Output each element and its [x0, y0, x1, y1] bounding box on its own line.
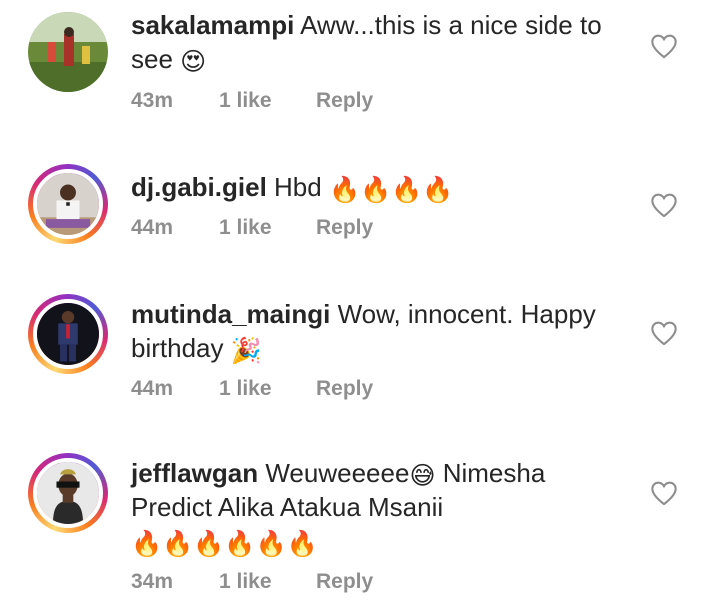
- comment-username[interactable]: dj.gabi.giel: [131, 172, 267, 202]
- comment-text: jefflawgan Weuweeeee😅 Nimesha Predict Al…: [131, 456, 631, 558]
- comment-time: 43m: [131, 89, 174, 112]
- heart-outline-icon[interactable]: [650, 192, 678, 218]
- heart-outline-icon[interactable]: [650, 320, 678, 346]
- reply-button[interactable]: Reply: [316, 377, 373, 401]
- avatar-image: [33, 169, 103, 239]
- comment-time: 34m: [131, 570, 174, 593]
- avatar[interactable]: [28, 453, 108, 533]
- comment-text: sakalamampi Aww...this is a nice side to…: [131, 8, 631, 76]
- comment-username[interactable]: jefflawgan: [131, 458, 258, 488]
- comment-time: 44m: [131, 216, 174, 239]
- reply-button[interactable]: Reply: [316, 89, 373, 113]
- comment-username[interactable]: sakalamampi: [131, 10, 294, 40]
- comment-meta: 44m 1 like Reply: [131, 216, 373, 240]
- comment-text: mutinda_maingi Wow, innocent. Happy birt…: [131, 297, 631, 365]
- comment-likes[interactable]: 1 like: [219, 89, 316, 113]
- avatar-image: [33, 299, 103, 369]
- avatar-image: [33, 458, 103, 528]
- reply-button[interactable]: Reply: [316, 570, 373, 594]
- sweat-smile-emoji: 😅: [409, 462, 436, 490]
- reply-button[interactable]: Reply: [316, 216, 373, 240]
- avatar[interactable]: [28, 294, 108, 374]
- heart-outline-icon[interactable]: [650, 480, 678, 506]
- fire-emoji: 🔥🔥🔥🔥🔥🔥: [131, 530, 318, 558]
- fire-emoji: 🔥🔥🔥🔥: [328, 176, 454, 204]
- comment-meta: 43m 1 like Reply: [131, 89, 373, 113]
- avatar[interactable]: [28, 12, 108, 92]
- comment-username[interactable]: mutinda_maingi: [131, 299, 330, 329]
- comment-likes[interactable]: 1 like: [219, 216, 316, 240]
- comment-meta: 44m 1 like Reply: [131, 377, 373, 401]
- comment-body: Weuweeeee: [258, 458, 410, 488]
- heart-outline-icon[interactable]: [650, 33, 678, 59]
- comment-likes[interactable]: 1 like: [219, 377, 316, 401]
- avatar-image: [28, 12, 108, 92]
- comment-text: dj.gabi.giel Hbd 🔥🔥🔥🔥: [131, 170, 631, 204]
- comment-body: Hbd: [266, 172, 329, 202]
- party-popper-emoji: 🎉: [230, 337, 262, 365]
- comment-meta: 34m 1 like Reply: [131, 570, 373, 594]
- comment-time: 44m: [131, 377, 174, 400]
- heart-eyes-emoji: 😍: [180, 48, 207, 76]
- avatar[interactable]: [28, 164, 108, 244]
- comment-likes[interactable]: 1 like: [219, 570, 316, 594]
